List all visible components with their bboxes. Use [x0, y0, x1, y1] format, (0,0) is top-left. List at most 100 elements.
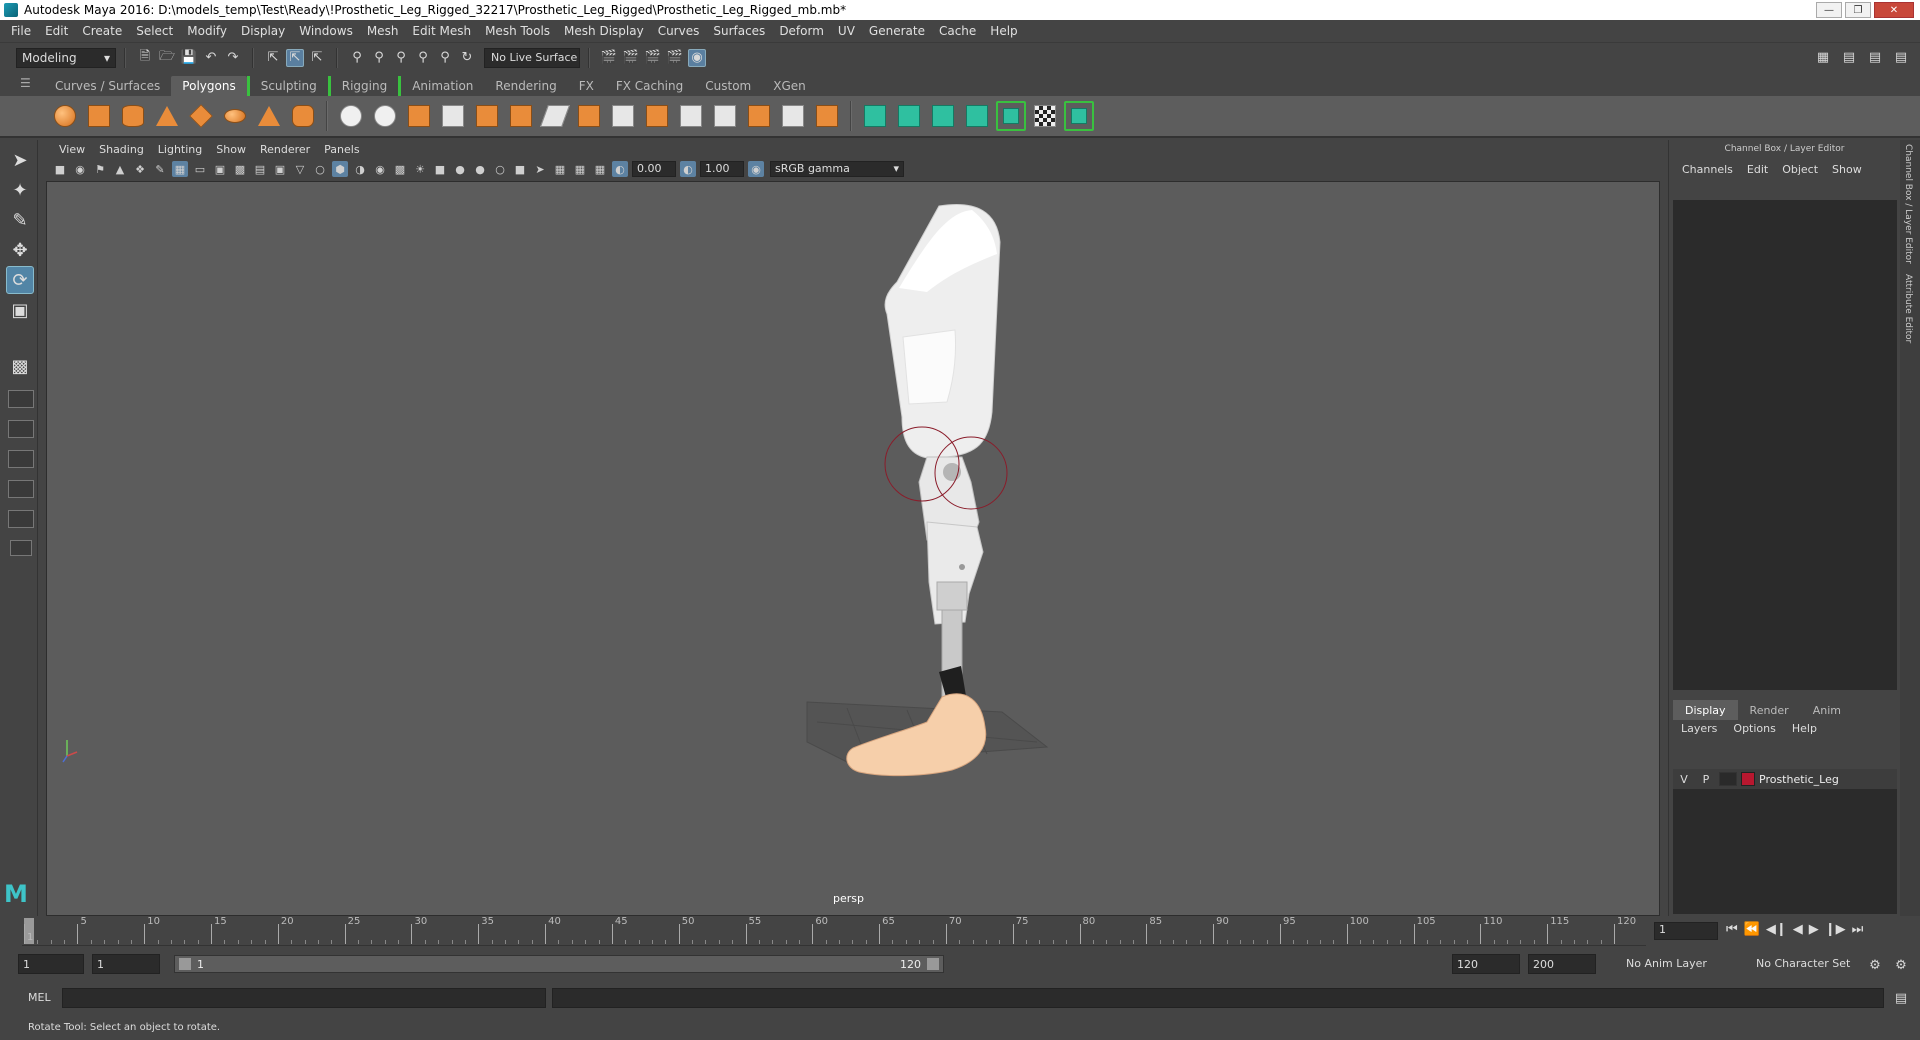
- save-scene-icon[interactable]: 💾: [180, 49, 198, 67]
- move-tool-icon[interactable]: ✥: [6, 236, 34, 264]
- insert-edge-loop-icon[interactable]: [676, 101, 706, 131]
- menu-mesh[interactable]: Mesh: [360, 24, 406, 38]
- mirror-icon[interactable]: [812, 101, 842, 131]
- extract-icon[interactable]: [404, 101, 434, 131]
- step-back-key-icon[interactable]: ⏪: [1744, 922, 1760, 937]
- perspective-viewport[interactable]: persp: [46, 181, 1660, 916]
- tab-fx[interactable]: FX: [568, 76, 605, 96]
- menu-curves[interactable]: Curves: [651, 24, 707, 38]
- default-material-icon[interactable]: ◑: [352, 161, 368, 177]
- select-tool-icon[interactable]: ➤: [6, 146, 34, 174]
- bevel-icon[interactable]: [642, 101, 672, 131]
- layer-menu-layers[interactable]: Layers: [1673, 722, 1725, 735]
- four-view-layout-icon[interactable]: [8, 390, 34, 408]
- snap-view-plane-icon[interactable]: ⚲: [414, 49, 432, 67]
- layer-row[interactable]: V P Prosthetic_Leg: [1673, 769, 1897, 789]
- tab-display[interactable]: Display: [1673, 700, 1738, 720]
- poly-sphere-icon[interactable]: [50, 101, 80, 131]
- poly-cube-icon[interactable]: [84, 101, 114, 131]
- range-end-handle[interactable]: [927, 958, 939, 970]
- menu-edit[interactable]: Edit: [38, 24, 75, 38]
- render-view-icon[interactable]: 🎬: [622, 49, 640, 67]
- rotate-tool-icon[interactable]: ⟳: [6, 266, 34, 294]
- tab-custom[interactable]: Custom: [694, 76, 762, 96]
- panel-menu-view[interactable]: View: [52, 143, 92, 156]
- boolean-icon[interactable]: [472, 101, 502, 131]
- film-gate-icon[interactable]: ▭: [192, 161, 208, 177]
- ipr-render-icon[interactable]: 🎬: [644, 49, 662, 67]
- layer-visibility-toggle[interactable]: V: [1673, 773, 1695, 786]
- exposure-icon[interactable]: ◐: [612, 161, 628, 177]
- anim-layer-dropdown[interactable]: No Anim Layer: [1620, 954, 1740, 974]
- snap-point-icon[interactable]: ⚲: [392, 49, 410, 67]
- grease-pencil-icon[interactable]: ✎: [152, 161, 168, 177]
- field-chart-icon[interactable]: ▤: [252, 161, 268, 177]
- grid-icon[interactable]: ▦: [172, 161, 188, 177]
- go-to-end-icon[interactable]: ⏭: [1852, 922, 1864, 937]
- single-perspective-view-icon[interactable]: ▩: [6, 352, 34, 380]
- poly-torus-icon[interactable]: [220, 101, 250, 131]
- menu-display[interactable]: Display: [234, 24, 292, 38]
- attribute-editor-toggle-icon[interactable]: ▤: [1840, 48, 1858, 66]
- tab-curves-surfaces[interactable]: Curves / Surfaces: [44, 76, 171, 96]
- go-to-start-icon[interactable]: ⏮: [1726, 922, 1738, 937]
- poly-pipe-icon[interactable]: [288, 101, 318, 131]
- persp-graph-layout-icon[interactable]: [8, 450, 34, 468]
- smooth-shade-icon[interactable]: ⬢: [332, 161, 348, 177]
- snap-grid-icon[interactable]: ⚲: [348, 49, 366, 67]
- layer-color-swatch[interactable]: [1741, 772, 1755, 786]
- menu-edit-mesh[interactable]: Edit Mesh: [405, 24, 478, 38]
- menu-create[interactable]: Create: [75, 24, 129, 38]
- tab-animation[interactable]: Animation: [398, 76, 484, 96]
- tab-fx-caching[interactable]: FX Caching: [605, 76, 694, 96]
- xray-icon[interactable]: ▦: [552, 161, 568, 177]
- combine-icon[interactable]: [336, 101, 366, 131]
- textured-icon[interactable]: ▩: [392, 161, 408, 177]
- xray-joints-icon[interactable]: ▦: [572, 161, 588, 177]
- scale-tool-icon[interactable]: ▣: [6, 296, 34, 324]
- merge-icon[interactable]: [744, 101, 774, 131]
- animation-preferences-icon[interactable]: ⚙: [1892, 956, 1910, 974]
- modeling-toolkit-icon[interactable]: ▦: [1814, 48, 1832, 66]
- menu-modify[interactable]: Modify: [180, 24, 234, 38]
- live-surface-field[interactable]: No Live Surface: [484, 47, 580, 68]
- tool-settings-toggle-icon[interactable]: ▤: [1866, 48, 1884, 66]
- panel-menu-show[interactable]: Show: [209, 143, 253, 156]
- resolution-gate-icon[interactable]: ▣: [212, 161, 228, 177]
- automatic-uv-icon[interactable]: [962, 101, 992, 131]
- layer-menu-help[interactable]: Help: [1784, 722, 1825, 735]
- side-tab-attribute-editor[interactable]: Attribute Editor: [1903, 274, 1913, 343]
- minimize-button[interactable]: —: [1816, 2, 1842, 18]
- render-settings-icon[interactable]: 🎬: [600, 49, 618, 67]
- layer-playback-toggle[interactable]: P: [1695, 773, 1717, 786]
- separate-icon[interactable]: [370, 101, 400, 131]
- make-live-icon[interactable]: ↻: [458, 49, 476, 67]
- end-time-field[interactable]: 200: [1528, 954, 1596, 974]
- paint-select-tool-icon[interactable]: ✎: [6, 206, 34, 234]
- undo-icon[interactable]: ↶: [202, 49, 220, 67]
- layout-options-icon[interactable]: [10, 540, 32, 556]
- uv-editor-icon[interactable]: [996, 101, 1026, 131]
- step-forward-frame-icon[interactable]: ❙▶: [1825, 922, 1846, 937]
- menu-mesh-tools[interactable]: Mesh Tools: [478, 24, 557, 38]
- poly-plane-icon[interactable]: [186, 101, 216, 131]
- redo-icon[interactable]: ↷: [224, 49, 242, 67]
- command-input[interactable]: [62, 988, 546, 1008]
- screen-space-ao-icon[interactable]: ●: [452, 161, 468, 177]
- bridge-icon[interactable]: [608, 101, 638, 131]
- menu-set-dropdown[interactable]: Modeling ▾: [16, 47, 116, 68]
- lasso-tool-icon[interactable]: ✦: [6, 176, 34, 204]
- 2d-pan-zoom-icon[interactable]: ❖: [132, 161, 148, 177]
- menu-windows[interactable]: Windows: [292, 24, 360, 38]
- wireframe-icon[interactable]: ○: [312, 161, 328, 177]
- tab-rendering[interactable]: Rendering: [484, 76, 567, 96]
- camera-attributes-icon[interactable]: ◉: [72, 161, 88, 177]
- start-time-field[interactable]: 1: [18, 954, 84, 974]
- step-back-frame-icon[interactable]: ◀❙: [1766, 922, 1787, 937]
- tab-sculpting[interactable]: Sculpting: [246, 76, 328, 96]
- cylindrical-uv-icon[interactable]: [894, 101, 924, 131]
- tab-xgen[interactable]: XGen: [762, 76, 817, 96]
- smooth-icon[interactable]: [438, 101, 468, 131]
- panel-menu-panels[interactable]: Panels: [317, 143, 366, 156]
- menu-select[interactable]: Select: [129, 24, 180, 38]
